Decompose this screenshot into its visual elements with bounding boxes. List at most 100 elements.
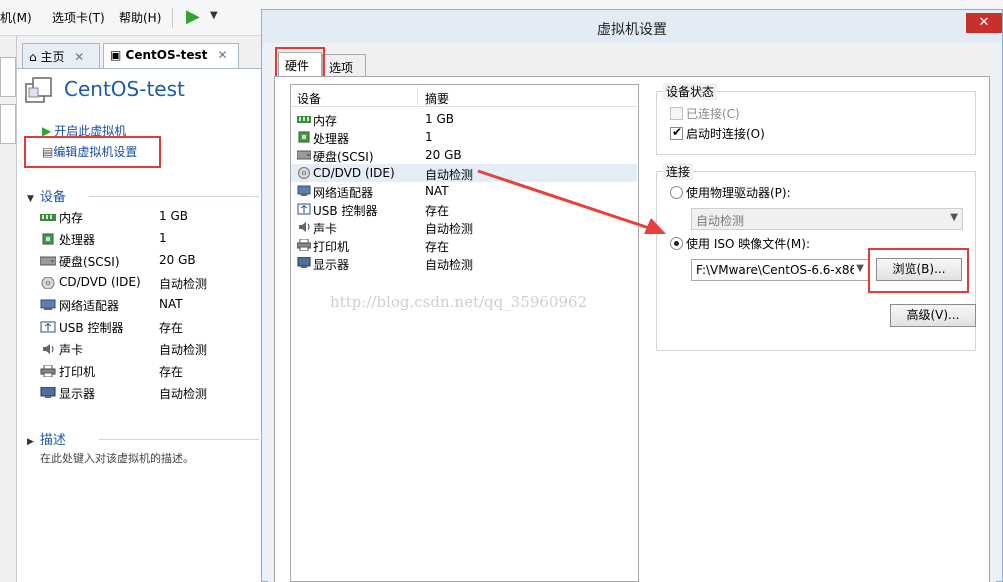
list-item-harddisk[interactable]: 硬盘(SCSI) 20 GB [291, 146, 637, 164]
list-item-sound[interactable]: 声卡 自动检测 [291, 218, 637, 236]
device-row-processor[interactable]: 处理器 1 [40, 231, 250, 253]
device-name: 处理器 [59, 233, 96, 247]
device-name: CD/DVD (IDE) [313, 166, 395, 180]
device-name: 硬盘(SCSI) [313, 150, 374, 164]
sound-icon [299, 222, 310, 232]
display-icon [40, 386, 56, 398]
dialog-title: 虚拟机设置 [597, 22, 667, 38]
collapse-icon: ▶ [27, 437, 34, 447]
description-heading[interactable]: ▶ 描述 [27, 429, 66, 448]
group-title: 设备状态 [663, 83, 718, 100]
description-hint[interactable]: 在此处键入对该虚拟机的描述。 [40, 450, 194, 466]
devices-heading-label: 设备 [39, 190, 66, 205]
description-heading-label: 描述 [39, 433, 66, 448]
chevron-down-icon[interactable]: ▼ [854, 263, 864, 274]
vm-icon: ▣ [110, 48, 122, 62]
menu-tabs[interactable]: 选项卡(T) [52, 9, 105, 26]
device-row-display[interactable]: 显示器 自动检测 [40, 385, 250, 407]
vm-logo-icon [25, 77, 52, 103]
device-row-harddisk[interactable]: 硬盘(SCSI) 20 GB [40, 253, 250, 275]
radio-label: 使用 ISO 映像文件(M): [686, 237, 810, 251]
device-list: 设备 摘要 内存 1 GB 处理器 1 硬盘(SCSI) 20 GB CD/DV… [290, 84, 639, 582]
use-iso-image-radio[interactable]: 使用 ISO 映像文件(M): [670, 235, 810, 252]
close-icon[interactable]: ✕ [74, 50, 84, 64]
checkbox-box: ✔ [670, 125, 683, 140]
toolbar-separator [172, 8, 173, 28]
printer-icon [297, 239, 311, 251]
chevron-down-icon: ▼ [950, 212, 958, 223]
use-physical-drive-radio[interactable]: 使用物理驱动器(P): [670, 184, 791, 201]
column-header-device[interactable]: 设备 [297, 90, 321, 107]
divider [89, 196, 259, 197]
device-row-memory[interactable]: 内存 1 GB [40, 209, 250, 231]
device-value: 自动检测 [159, 387, 208, 401]
tab-options[interactable]: 选项 [322, 54, 366, 76]
device-name: 显示器 [313, 258, 350, 272]
divider [99, 439, 259, 440]
list-item-printer[interactable]: 打印机 存在 [291, 236, 637, 254]
device-row-printer[interactable]: 打印机 存在 [40, 363, 250, 385]
device-name: 处理器 [313, 132, 350, 146]
library-pane [0, 104, 16, 144]
list-item-processor[interactable]: 处理器 1 [291, 128, 637, 146]
display-icon [297, 257, 311, 268]
device-value: 20 GB [159, 253, 196, 267]
device-name: 声卡 [59, 343, 84, 357]
device-value: 自动检测 [159, 277, 208, 291]
physical-drive-select[interactable]: 自动检测 ▼ [691, 208, 963, 230]
device-name: 打印机 [313, 240, 350, 254]
network-icon [297, 185, 311, 196]
memory-icon [297, 116, 311, 123]
vm-title: CentOS-test [64, 77, 185, 101]
list-item-cdrom[interactable]: CD/DVD (IDE) 自动检测 [291, 164, 637, 182]
device-row-network[interactable]: 网络适配器 NAT [40, 297, 250, 319]
radio-dot [674, 241, 679, 246]
group-title: 连接 [663, 163, 694, 180]
library-strip [0, 36, 17, 582]
iso-path-combo[interactable]: F:\VMware\CentOS-6.6-x86 ▼ [691, 259, 869, 281]
device-name: 内存 [59, 211, 84, 225]
column-divider[interactable] [417, 87, 418, 105]
tab-label: CentOS-test [125, 48, 208, 62]
device-row-cdrom[interactable]: CD/DVD (IDE) 自动检测 [40, 275, 250, 297]
device-row-usb[interactable]: USB 控制器 存在 [40, 319, 250, 341]
connected-checkbox[interactable]: 已连接(C) [670, 105, 740, 122]
highlight-box [868, 248, 969, 293]
tab-centos-test[interactable]: ▣ CentOS-test ✕ [103, 43, 239, 68]
chevron-down-icon[interactable]: ▼ [210, 10, 218, 21]
menu-help[interactable]: 帮助(H) [119, 9, 161, 26]
list-item-display[interactable]: 显示器 自动检测 [291, 254, 637, 272]
checkbox-box [670, 107, 683, 120]
home-icon: ⌂ [29, 50, 37, 64]
device-value: 存在 [159, 321, 184, 335]
device-row-sound[interactable]: 声卡 自动检测 [40, 341, 250, 363]
close-button[interactable]: ✕ [966, 13, 1002, 33]
device-name: 网络适配器 [313, 186, 374, 200]
menu-vm[interactable]: 机(M) [0, 9, 32, 26]
device-value: 1 GB [425, 112, 454, 126]
dialog-titlebar[interactable]: 虚拟机设置 ✕ [262, 10, 1002, 43]
device-value: 20 GB [425, 148, 462, 162]
device-value: NAT [425, 184, 449, 198]
radio-circle [670, 186, 683, 199]
column-header-summary[interactable]: 摘要 [425, 90, 449, 107]
close-icon[interactable]: ✕ [218, 48, 228, 62]
checkbox-label: 启动时连接(O) [686, 127, 765, 141]
device-name: USB 控制器 [59, 321, 124, 335]
radio-label: 使用物理驱动器(P): [686, 186, 791, 200]
connect-at-power-on-checkbox[interactable]: ✔ 启动时连接(O) [670, 125, 765, 142]
list-item-network[interactable]: 网络适配器 NAT [291, 182, 637, 200]
device-value: 自动检测 [425, 222, 474, 236]
device-status-group: 设备状态 [656, 83, 976, 155]
devices-heading[interactable]: ▼ 设备 [27, 186, 66, 205]
device-value: 自动检测 [425, 168, 474, 182]
list-item-usb[interactable]: USB 控制器 存在 [291, 200, 637, 218]
play-icon[interactable]: ▶ [186, 6, 200, 27]
vm-summary-panel: CentOS-test ▶ 开启此虚拟机 ▤编辑虚拟机设置 ▼ 设备 内存 1 GB… [17, 68, 262, 582]
list-item-memory[interactable]: 内存 1 GB [291, 110, 637, 128]
tab-home[interactable]: ⌂ 主页 ✕ [22, 43, 100, 68]
advanced-button[interactable]: 高级(V)... [890, 304, 976, 327]
device-value: 1 GB [159, 209, 188, 223]
usb-icon [297, 203, 311, 215]
device-name: USB 控制器 [313, 204, 378, 218]
